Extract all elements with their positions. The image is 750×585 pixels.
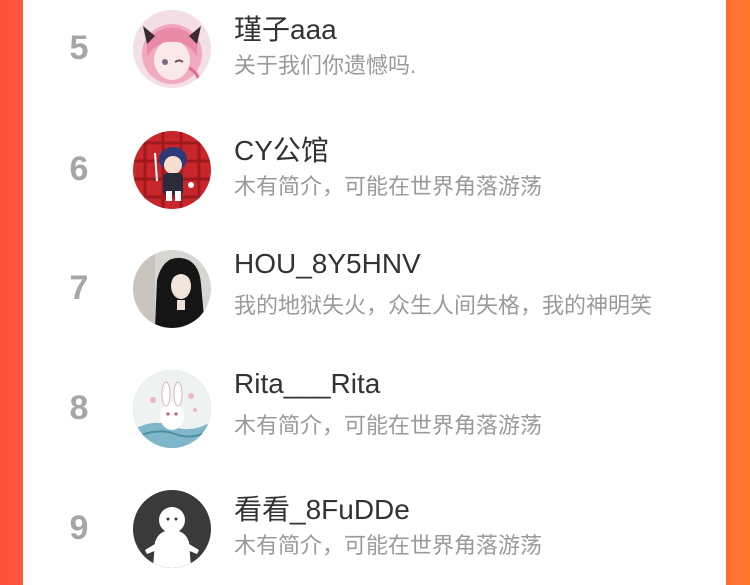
anime-girl-avatar-icon[interactable] <box>133 10 211 88</box>
rank-number: 6 <box>69 150 89 188</box>
girl-photo-avatar-icon[interactable] <box>133 250 211 328</box>
rank-number: 9 <box>69 509 89 547</box>
user-bio: 木有简介，可能在世界角落游荡 <box>234 533 543 558</box>
rank-number: 7 <box>69 269 89 307</box>
user-bio: 木有简介，可能在世界角落游荡 <box>234 413 543 438</box>
user-name[interactable]: 看看_8FuDDe <box>234 488 410 528</box>
user-bio: 我的地狱失火，众生人间失格，我的神明笑 <box>234 293 653 318</box>
ranking-list-card: 5 瑾子aaa 关于我们你遗憾吗. 6 CY公馆 木有简介，可能在世界角落游荡 … <box>23 0 726 585</box>
user-name[interactable]: CY公馆 <box>234 129 329 169</box>
anime-boy-avatar-icon[interactable] <box>133 131 211 209</box>
list-item[interactable]: 6 CY公馆 木有简介，可能在世界角落游荡 <box>23 119 726 219</box>
user-bio: 木有简介，可能在世界角落游荡 <box>234 174 543 199</box>
list-item[interactable]: 5 瑾子aaa 关于我们你遗憾吗. <box>23 0 726 98</box>
list-item[interactable]: 9 看看_8FuDDe 木有简介，可能在世界角落游荡 <box>23 478 726 578</box>
list-item[interactable]: 7 HOU_8Y5HNV 我的地狱失火，众生人间失格，我的神明笑 <box>23 238 726 338</box>
rank-number: 5 <box>69 29 89 67</box>
rabbit-illustration-avatar-icon[interactable] <box>133 370 211 448</box>
user-bio: 关于我们你遗憾吗. <box>234 53 417 78</box>
user-name[interactable]: HOU_8Y5HNV <box>234 248 421 280</box>
list-item[interactable]: 8 Rita___Rita 木有简介，可能在世界角落游荡 <box>23 358 726 458</box>
user-name[interactable]: 瑾子aaa <box>234 8 337 48</box>
user-name[interactable]: Rita___Rita <box>234 368 380 400</box>
rank-number: 8 <box>69 389 89 427</box>
default-ghost-avatar-icon[interactable] <box>133 490 211 568</box>
